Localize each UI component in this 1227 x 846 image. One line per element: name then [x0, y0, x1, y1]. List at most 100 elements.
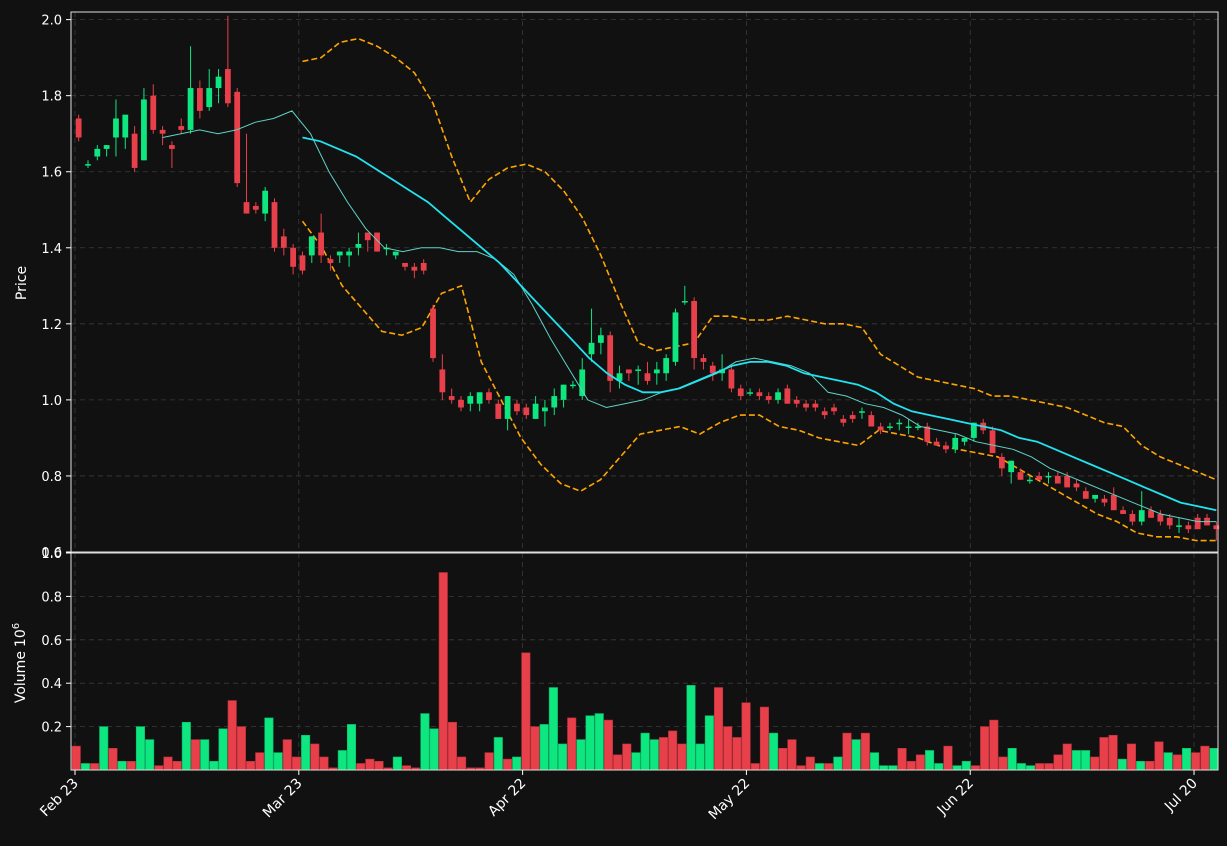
candle-body	[756, 392, 763, 397]
candle-body	[644, 373, 651, 381]
volume-bar	[631, 752, 641, 771]
candle-body	[439, 369, 446, 393]
volume-bar	[1044, 763, 1054, 771]
candle-body	[812, 403, 819, 408]
candle-body	[523, 407, 530, 416]
price-tick-label: 2.0	[41, 14, 62, 29]
candle-body	[1157, 513, 1164, 522]
volume-bar	[558, 743, 568, 771]
volume-bar	[374, 761, 384, 771]
candle-body	[141, 99, 147, 161]
volume-tick-label: 0.6	[41, 634, 62, 649]
candle-body	[570, 384, 576, 387]
candle-body	[187, 88, 194, 130]
candle-body	[234, 91, 241, 184]
candle-body	[532, 403, 539, 419]
candle-body	[728, 369, 735, 389]
volume-bar	[200, 739, 210, 771]
volume-tick-label: 1.0	[41, 547, 62, 562]
volume-bar	[1108, 734, 1118, 771]
volume-bar	[787, 739, 797, 771]
x-tick-label: May 22	[706, 776, 754, 824]
volume-bar	[686, 685, 696, 771]
price-axis-label: Price	[14, 266, 30, 300]
candle-body	[579, 369, 586, 397]
candle-body	[560, 384, 567, 400]
volume-bar	[1016, 763, 1026, 771]
grid-layer	[71, 12, 1218, 770]
candle-body	[877, 426, 884, 431]
price-panel-frame	[70, 11, 1219, 553]
candle-body	[1054, 475, 1061, 484]
candle-body	[392, 251, 399, 256]
candle-body	[1194, 517, 1201, 530]
volume-axis-exponent-power: 6	[11, 623, 22, 629]
volume-bar	[181, 721, 191, 771]
candle-body	[94, 148, 101, 157]
candlestick-chart: 0.60.81.01.21.41.61.82.00.20.40.60.81.0F…	[11, 11, 1220, 824]
volume-bar	[154, 765, 164, 771]
volume-bar	[906, 761, 916, 771]
volume-bar	[989, 719, 999, 771]
candle-body	[85, 164, 91, 166]
candle-body	[625, 369, 632, 374]
candle-body	[933, 441, 940, 446]
volume-bar	[108, 747, 118, 771]
candle-body	[336, 251, 343, 256]
candle-body	[831, 407, 837, 412]
volume-tick-label: 0.2	[41, 721, 62, 736]
candle-body	[691, 301, 698, 359]
volume-bar	[1145, 761, 1155, 771]
candle-body	[765, 396, 772, 400]
volume-bar	[970, 765, 980, 771]
volume-bar	[603, 719, 613, 771]
candle-body	[346, 251, 352, 256]
volume-bar	[796, 765, 806, 771]
volume-bar	[750, 763, 760, 771]
candle-body	[1064, 475, 1071, 488]
candle-body	[803, 403, 809, 408]
price-tick-label: 1.6	[41, 166, 62, 181]
volume-bar	[925, 750, 935, 771]
volume-bar	[1026, 765, 1036, 771]
price-tick-label: 1.2	[41, 318, 62, 333]
candle-body	[859, 411, 865, 413]
candle-body	[169, 145, 175, 149]
candle-body	[905, 426, 912, 429]
candle-body	[821, 411, 828, 416]
x-tick-label: Jun 22	[934, 776, 977, 819]
volume-bar	[668, 730, 678, 771]
volume-bar	[1163, 752, 1173, 771]
volume-bar	[741, 702, 751, 771]
candle-body	[887, 426, 893, 429]
volume-bar	[833, 756, 843, 771]
volume-bar	[236, 726, 246, 771]
volume-bar	[961, 761, 971, 771]
candle-body	[849, 415, 856, 419]
volume-bar	[677, 743, 687, 771]
volume-bar	[172, 761, 182, 771]
volume-bar	[291, 756, 301, 771]
bollinger-bands	[301, 37, 1217, 542]
volume-bar	[420, 713, 430, 771]
volume-bar	[438, 572, 448, 771]
candle-body	[355, 243, 362, 248]
volume-bar	[622, 743, 632, 771]
volume-bar	[255, 752, 265, 771]
volume-bar	[1209, 747, 1219, 771]
volume-bar	[346, 724, 357, 771]
candle-body	[495, 403, 502, 419]
volume-bar	[1007, 747, 1017, 771]
volume-bar	[943, 745, 953, 771]
volume-bar	[301, 734, 311, 771]
volume-bar	[356, 763, 366, 771]
volume-bar	[310, 743, 320, 771]
candle-body	[271, 202, 278, 248]
volume-bar	[870, 752, 880, 771]
x-tick-label: Feb 23	[37, 776, 82, 821]
volume-bar	[71, 745, 81, 771]
price-tick-label: 1.0	[41, 394, 62, 409]
volume-bar	[1035, 763, 1045, 771]
volume-bar	[1191, 752, 1201, 771]
volume-axis-label: Volume 106	[11, 623, 29, 703]
